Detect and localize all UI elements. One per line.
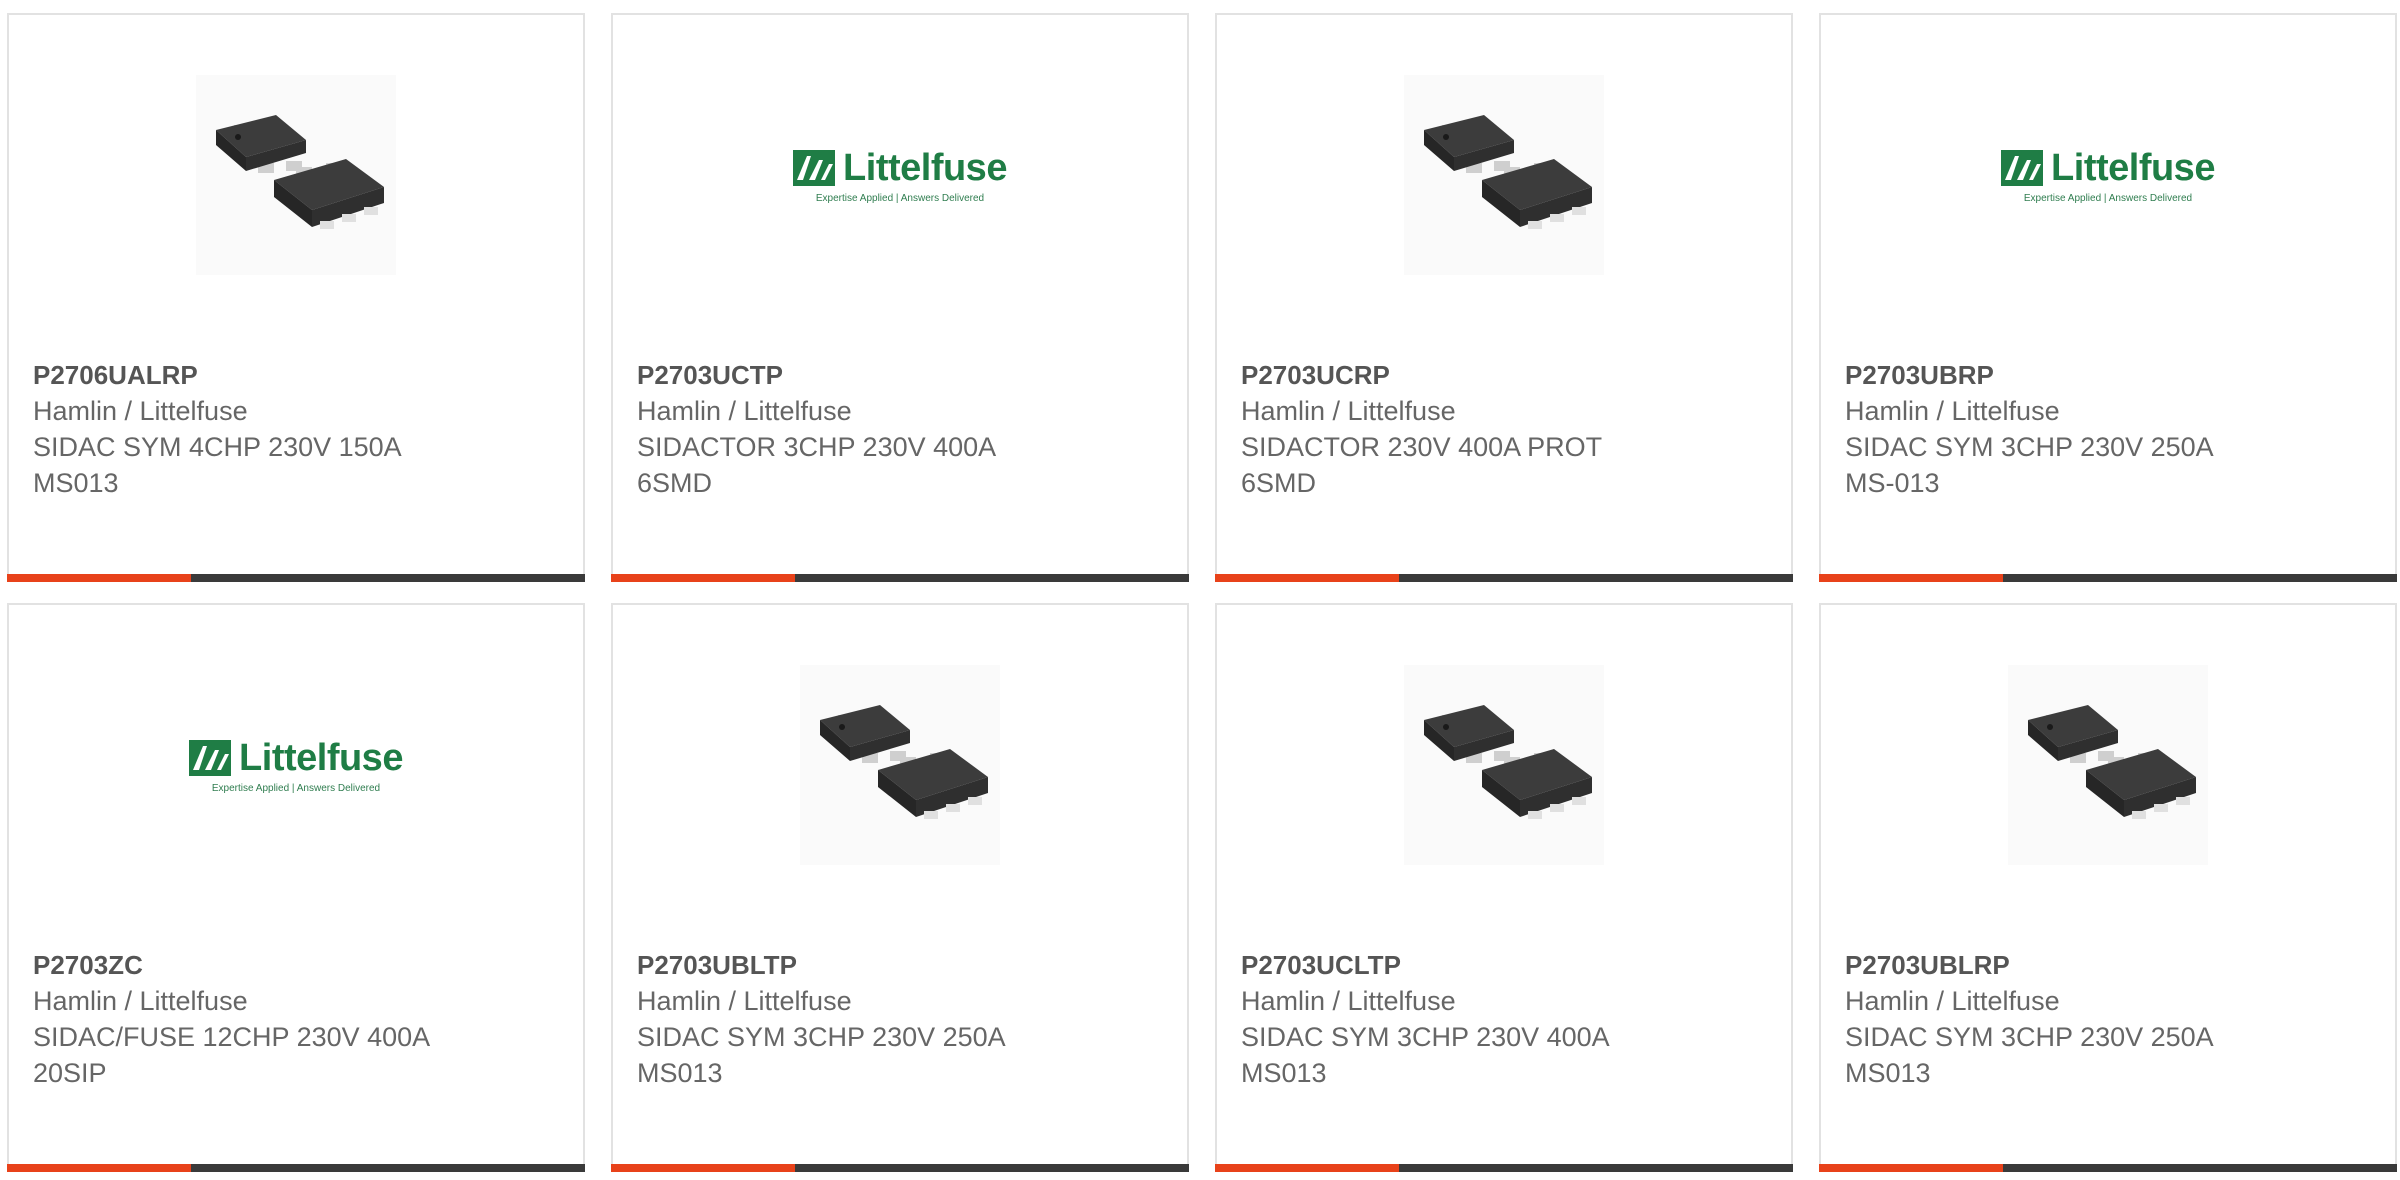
package: MS013 (1845, 1058, 1931, 1088)
description: SIDAC SYM 3CHP 230V 250A (1845, 432, 2214, 462)
part-number[interactable]: P2703UBLTP (637, 947, 1167, 983)
description: SIDACTOR 3CHP 230V 400A (637, 432, 997, 462)
package: MS013 (1241, 1058, 1327, 1088)
package: MS-013 (1845, 468, 1940, 498)
product-info: P2703UBLRP Hamlin / Littelfuse SIDAC SYM… (1845, 947, 2375, 1091)
product-image[interactable]: Littelfuse Expertise Applied | Answers D… (9, 665, 583, 865)
part-number[interactable]: P2703UBRP (1845, 357, 2375, 393)
description: SIDAC SYM 3CHP 230V 250A (637, 1022, 1006, 1052)
product-card[interactable]: P2703UBLTP Hamlin / Littelfuse SIDAC SYM… (611, 603, 1189, 1172)
product-card[interactable]: Littelfuse Expertise Applied | Answers D… (7, 603, 585, 1172)
card-bottom-bar (1819, 1164, 2397, 1172)
logo-brand: Littelfuse (843, 146, 1007, 189)
littelfuse-mark-icon (2001, 150, 2044, 186)
product-card[interactable]: P2703UCRP Hamlin / Littelfuse SIDACTOR 2… (1215, 13, 1793, 582)
littelfuse-mark-icon (793, 150, 836, 186)
part-number[interactable]: P2703UCRP (1241, 357, 1771, 393)
description: SIDACTOR 230V 400A PROT (1241, 432, 1603, 462)
manufacturer: Hamlin / Littelfuse (637, 396, 852, 426)
part-number[interactable]: P2703ZC (33, 947, 563, 983)
product-info: P2703UBLTP Hamlin / Littelfuse SIDAC SYM… (637, 947, 1167, 1091)
package: 20SIP (33, 1058, 107, 1088)
littelfuse-logo: Littelfuse Expertise Applied | Answers D… (189, 737, 403, 794)
chip-package-icon (1404, 75, 1604, 275)
description: SIDAC SYM 3CHP 230V 250A (1845, 1022, 2214, 1052)
logo-tagline: Expertise Applied | Answers Delivered (2023, 192, 2193, 204)
product-card[interactable]: Littelfuse Expertise Applied | Answers D… (1819, 13, 2397, 582)
manufacturer: Hamlin / Littelfuse (1241, 986, 1456, 1016)
part-number[interactable]: P2706UALRP (33, 357, 563, 393)
card-bottom-bar (611, 574, 1189, 582)
card-bottom-bar (1819, 574, 2397, 582)
card-bottom-bar (1215, 574, 1793, 582)
package: 6SMD (1241, 468, 1317, 498)
product-card[interactable]: P2703UBLRP Hamlin / Littelfuse SIDAC SYM… (1819, 603, 2397, 1172)
littelfuse-logo: Littelfuse Expertise Applied | Answers D… (2001, 147, 2215, 204)
package: 6SMD (637, 468, 713, 498)
product-image[interactable] (9, 75, 583, 275)
product-image[interactable]: Littelfuse Expertise Applied | Answers D… (613, 75, 1187, 275)
package: MS013 (33, 468, 119, 498)
card-bottom-bar (7, 574, 585, 582)
card-bottom-bar (7, 1164, 585, 1172)
description: SIDAC SYM 4CHP 230V 150A (33, 432, 402, 462)
product-image[interactable] (1217, 75, 1791, 275)
manufacturer: Hamlin / Littelfuse (33, 396, 248, 426)
description: SIDAC/FUSE 12CHP 230V 400A (33, 1022, 431, 1052)
logo-tagline: Expertise Applied | Answers Delivered (815, 192, 985, 204)
product-card[interactable]: P2703UCLTP Hamlin / Littelfuse SIDAC SYM… (1215, 603, 1793, 1172)
product-info: P2706UALRP Hamlin / Littelfuse SIDAC SYM… (33, 357, 563, 501)
chip-package-icon (2008, 665, 2208, 865)
description: SIDAC SYM 3CHP 230V 400A (1241, 1022, 1610, 1052)
product-info: P2703ZC Hamlin / Littelfuse SIDAC/FUSE 1… (33, 947, 563, 1091)
littelfuse-logo: Littelfuse Expertise Applied | Answers D… (793, 147, 1007, 204)
package: MS013 (637, 1058, 723, 1088)
manufacturer: Hamlin / Littelfuse (637, 986, 852, 1016)
card-bottom-bar (1215, 1164, 1793, 1172)
product-info: P2703UCTP Hamlin / Littelfuse SIDACTOR 3… (637, 357, 1167, 501)
product-info: P2703UBRP Hamlin / Littelfuse SIDAC SYM … (1845, 357, 2375, 501)
product-image[interactable] (1821, 665, 2395, 865)
product-image[interactable] (1217, 665, 1791, 865)
manufacturer: Hamlin / Littelfuse (1845, 396, 2060, 426)
chip-package-icon (1404, 665, 1604, 865)
product-card[interactable]: P2706UALRP Hamlin / Littelfuse SIDAC SYM… (7, 13, 585, 582)
product-card[interactable]: Littelfuse Expertise Applied | Answers D… (611, 13, 1189, 582)
card-bottom-bar (611, 1164, 1189, 1172)
littelfuse-mark-icon (189, 740, 232, 776)
product-info: P2703UCLTP Hamlin / Littelfuse SIDAC SYM… (1241, 947, 1771, 1091)
logo-brand: Littelfuse (239, 736, 403, 779)
manufacturer: Hamlin / Littelfuse (1845, 986, 2060, 1016)
product-info: P2703UCRP Hamlin / Littelfuse SIDACTOR 2… (1241, 357, 1771, 501)
product-image[interactable] (613, 665, 1187, 865)
logo-tagline: Expertise Applied | Answers Delivered (211, 782, 381, 794)
product-grid: P2706UALRP Hamlin / Littelfuse SIDAC SYM… (7, 13, 2400, 1180)
product-image[interactable]: Littelfuse Expertise Applied | Answers D… (1821, 75, 2395, 275)
part-number[interactable]: P2703UBLRP (1845, 947, 2375, 983)
chip-package-icon (196, 75, 396, 275)
chip-package-icon (800, 665, 1000, 865)
manufacturer: Hamlin / Littelfuse (1241, 396, 1456, 426)
logo-brand: Littelfuse (2051, 146, 2215, 189)
manufacturer: Hamlin / Littelfuse (33, 986, 248, 1016)
part-number[interactable]: P2703UCLTP (1241, 947, 1771, 983)
part-number[interactable]: P2703UCTP (637, 357, 1167, 393)
